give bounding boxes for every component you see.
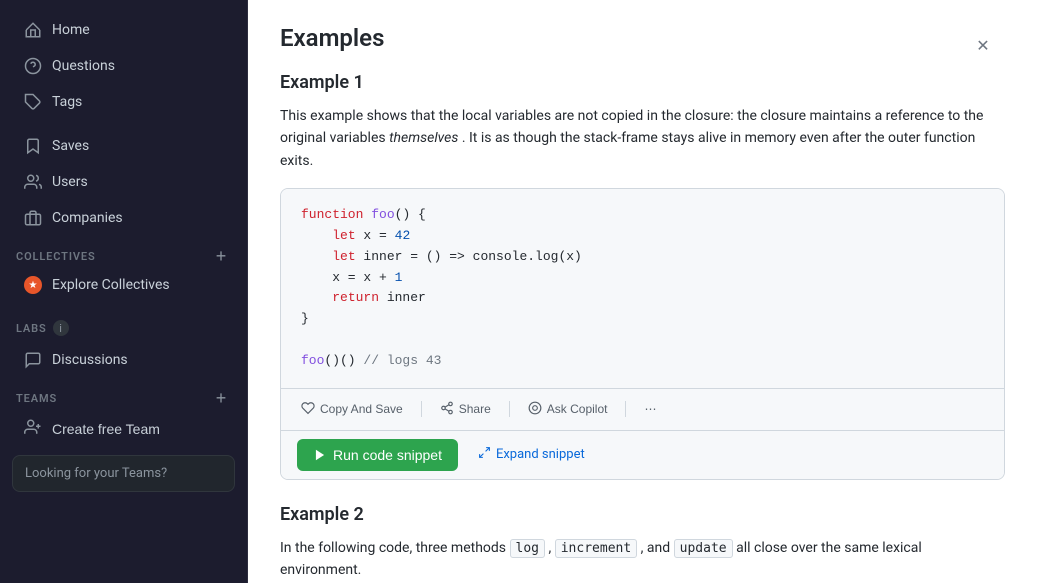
example1-description: This example shows that the local variab…: [280, 105, 1005, 172]
expand-snippet-link[interactable]: Expand snippet: [474, 442, 589, 467]
expand-snippet-label: Expand snippet: [496, 447, 585, 462]
update-code: update: [674, 539, 733, 558]
tags-icon: [24, 93, 42, 111]
more-options-icon: ⋯: [644, 402, 656, 416]
sidebar-item-saves-label: Saves: [52, 138, 89, 154]
sidebar-item-users-label: Users: [52, 174, 88, 190]
looking-for-teams-banner[interactable]: Looking for your Teams?: [12, 455, 235, 492]
expand-snippet-icon: [478, 446, 491, 463]
example2-title: Example 2: [280, 504, 1005, 525]
main-content: ✕ Examples Example 1 This example shows …: [248, 0, 1037, 583]
example2-desc-part1: In the following code, three methods: [280, 540, 506, 556]
comma2: , and: [641, 540, 670, 556]
share-label: Share: [459, 402, 491, 416]
teams-section-header: Teams +: [0, 382, 247, 410]
sidebar-item-tags[interactable]: Tags: [8, 85, 239, 119]
toolbar-separator-2: [509, 401, 510, 417]
sidebar-item-discussions-label: Discussions: [52, 352, 128, 368]
saves-icon: [24, 137, 42, 155]
code-block: function foo() { let x = 42 let inner = …: [280, 188, 1005, 479]
labs-section-header: Labs i: [0, 306, 247, 342]
explore-collectives-label: Explore Collectives: [52, 277, 170, 293]
questions-icon: [24, 57, 42, 75]
copy-save-icon: [301, 401, 315, 418]
create-team-icon: [24, 418, 42, 439]
collectives-section-label: Collectives: [16, 250, 96, 263]
play-icon: [313, 448, 327, 462]
create-free-team-label: Create free Team: [52, 421, 160, 437]
copilot-icon: [528, 401, 542, 418]
users-icon: [24, 173, 42, 191]
sidebar: Home Questions Tags Saves: [0, 0, 248, 583]
example2-section: Example 2 In the following code, three m…: [280, 504, 1005, 582]
add-collective-button[interactable]: +: [211, 246, 231, 266]
sidebar-item-explore-collectives[interactable]: ★ Explore Collectives: [8, 269, 239, 301]
add-team-button[interactable]: +: [211, 388, 231, 408]
labs-info-icon[interactable]: i: [53, 320, 69, 336]
run-snippet-button[interactable]: Run code snippet: [297, 439, 458, 471]
companies-icon: [24, 209, 42, 227]
page-title: Examples: [280, 24, 1005, 52]
sidebar-item-home-label: Home: [52, 22, 90, 38]
collective-star-icon: ★: [24, 276, 42, 294]
sidebar-item-home[interactable]: Home: [8, 13, 239, 47]
looking-for-teams-label: Looking for your Teams?: [25, 466, 167, 481]
sidebar-item-discussions[interactable]: Discussions: [8, 343, 239, 377]
ask-copilot-label: Ask Copilot: [547, 402, 608, 416]
teams-section-label: Teams: [16, 392, 57, 405]
close-button[interactable]: ✕: [969, 32, 997, 60]
discussions-icon: [24, 351, 42, 369]
toolbar-separator-1: [421, 401, 422, 417]
increment-code: increment: [555, 539, 637, 558]
sidebar-item-companies[interactable]: Companies: [8, 201, 239, 235]
create-free-team-button[interactable]: Create free Team: [8, 411, 239, 446]
labs-section-label: Labs: [16, 322, 47, 335]
sidebar-item-questions[interactable]: Questions: [8, 49, 239, 83]
sidebar-item-questions-label: Questions: [52, 58, 115, 74]
home-icon: [24, 21, 42, 39]
toolbar-separator-3: [625, 401, 626, 417]
share-icon: [440, 401, 454, 418]
run-snippet-label: Run code snippet: [333, 447, 442, 463]
example1-title: Example 1: [280, 72, 1005, 93]
more-options-button[interactable]: ⋯: [636, 398, 664, 420]
example2-description: In the following code, three methods log…: [280, 537, 1005, 582]
copy-save-label: Copy And Save: [320, 402, 403, 416]
example1-desc-italic: themselves: [389, 130, 458, 146]
sidebar-item-companies-label: Companies: [52, 210, 123, 226]
code-area[interactable]: function foo() { let x = 42 let inner = …: [281, 189, 1004, 387]
ask-copilot-button[interactable]: Ask Copilot: [520, 397, 616, 422]
log-code: log: [510, 539, 545, 558]
snippet-actions-row: Run code snippet Expand snippet: [281, 430, 1004, 479]
sidebar-item-users[interactable]: Users: [8, 165, 239, 199]
sidebar-item-tags-label: Tags: [52, 94, 82, 110]
comma1: ,: [548, 540, 551, 556]
share-button[interactable]: Share: [432, 397, 499, 422]
copy-save-button[interactable]: Copy And Save: [293, 397, 411, 422]
collectives-section-header: Collectives +: [0, 240, 247, 268]
sidebar-item-saves[interactable]: Saves: [8, 129, 239, 163]
code-toolbar: Copy And Save Share: [281, 388, 1004, 430]
